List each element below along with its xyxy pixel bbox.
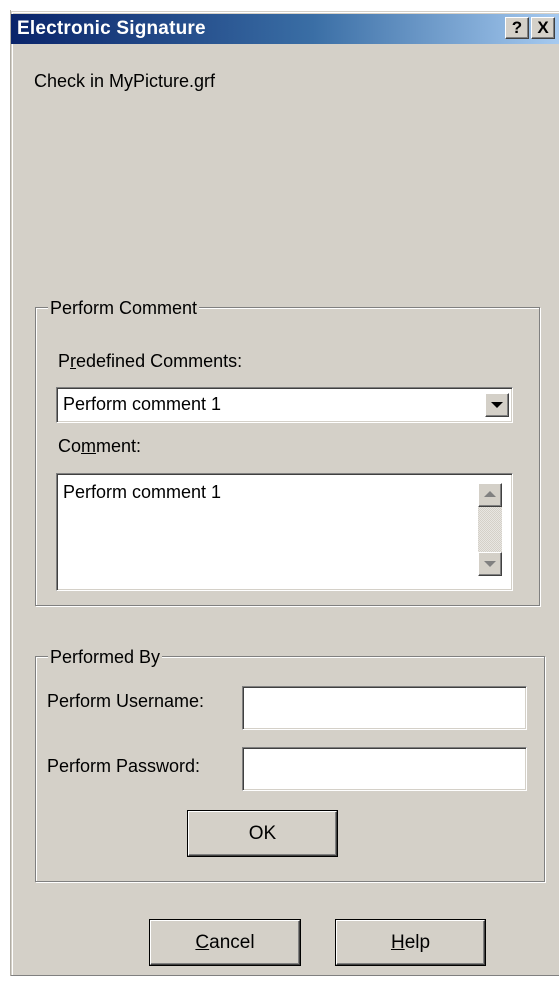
performed-by-group-label: Performed By	[48, 646, 163, 668]
username-input[interactable]	[242, 686, 527, 730]
username-label: Perform Username:	[47, 691, 205, 711]
comment-label: Comment:	[58, 436, 142, 456]
chevron-down-icon	[491, 402, 503, 408]
help-button-label: Help	[390, 932, 431, 953]
cancel-button[interactable]: Cancel	[150, 920, 300, 965]
scroll-down-button[interactable]	[478, 552, 502, 576]
comment-textarea[interactable]: Perform comment 1	[56, 473, 513, 591]
comment-text: Perform comment 1	[63, 482, 222, 502]
question-mark-icon: ?	[511, 18, 523, 37]
help-button[interactable]: Help	[336, 920, 485, 965]
dropdown-button[interactable]	[485, 393, 509, 417]
help-title-button[interactable]: ?	[505, 17, 529, 39]
window-bottom-edge	[11, 975, 559, 976]
password-input[interactable]	[242, 747, 527, 791]
perform-comment-group-label: Perform Comment	[48, 297, 200, 319]
cancel-button-label: Cancel	[195, 932, 255, 953]
scroll-down-arrow-icon	[484, 561, 496, 567]
action-description: Check in MyPicture.grf	[34, 71, 216, 91]
window-title: Electronic Signature	[17, 18, 206, 39]
close-icon: X	[537, 18, 549, 37]
password-label: Perform Password:	[47, 756, 201, 776]
predefined-comments-label: Predefined Comments:	[58, 351, 243, 371]
predefined-comments-value: Perform comment 1	[63, 394, 222, 414]
ok-button-label: OK	[248, 823, 277, 844]
scroll-up-button[interactable]	[478, 483, 502, 507]
ok-button[interactable]: OK	[188, 811, 337, 856]
close-title-button[interactable]: X	[531, 17, 555, 39]
scroll-up-arrow-icon	[484, 491, 496, 497]
title-bar[interactable]: Electronic Signature ? X	[11, 14, 559, 44]
scroll-track[interactable]	[478, 507, 502, 552]
predefined-comments-select[interactable]: Perform comment 1	[56, 387, 513, 423]
